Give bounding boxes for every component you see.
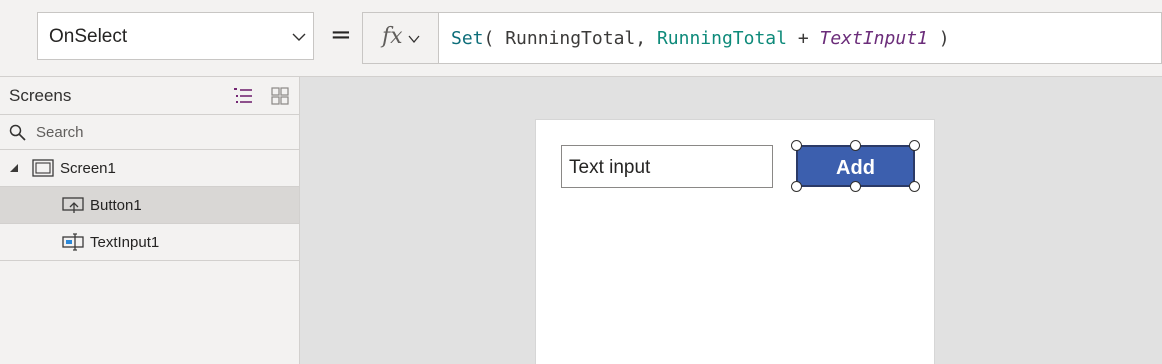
formula-bar: OnSelect = fx Set( RunningTotal, Running… (0, 0, 1162, 77)
formula-control-reference: TextInput1 (819, 28, 928, 49)
formula-function: Set (451, 28, 484, 49)
resize-handle-bottom-left[interactable] (791, 181, 802, 192)
resize-handle-top[interactable] (850, 140, 861, 151)
tree-node-button1[interactable]: Button1 (0, 187, 299, 224)
property-dropdown-value: OnSelect (49, 26, 128, 47)
function-picker-button[interactable]: fx (363, 13, 439, 63)
tree-node-screen1[interactable]: Screen1 (0, 150, 299, 187)
fx-icon: fx (382, 24, 403, 49)
resize-handle-top-right[interactable] (909, 140, 920, 151)
resize-handle-bottom[interactable] (850, 181, 861, 192)
thumbnail-view-icon[interactable] (270, 86, 290, 106)
text-input-control[interactable]: Text input (561, 145, 773, 188)
add-button-label: Add (836, 157, 875, 179)
tree-view-panel: Screens Screen1 (0, 77, 300, 364)
app-screen-preview[interactable]: Text input Add (535, 119, 935, 364)
formula-comma: , (635, 28, 657, 49)
property-dropdown[interactable]: OnSelect (37, 12, 314, 60)
chevron-down-icon (292, 33, 306, 41)
screen-icon (32, 159, 54, 177)
equals-sign: = (330, 20, 352, 50)
formula-close-paren: ) (927, 28, 950, 49)
tree-node-label: Button1 (90, 197, 142, 214)
resize-handle-top-left[interactable] (791, 140, 802, 151)
formula-open-paren: ( (483, 28, 506, 49)
formula-arg-variable: RunningTotal (505, 28, 636, 49)
text-input-control-icon (62, 233, 84, 251)
chevron-down-icon (408, 35, 420, 44)
formula-editor[interactable]: fx Set( RunningTotal, RunningTotal + Tex… (362, 12, 1162, 64)
formula-text[interactable]: Set( RunningTotal, RunningTotal + TextIn… (451, 28, 950, 50)
button-control-icon (62, 197, 84, 213)
design-canvas[interactable]: Text input Add (300, 77, 1162, 364)
panel-title: Screens (9, 86, 72, 105)
collapse-caret-icon[interactable] (8, 162, 20, 174)
search-icon (9, 124, 26, 141)
tree-node-label: TextInput1 (90, 234, 160, 251)
tree-search (0, 114, 299, 150)
tree-view-icon[interactable] (233, 86, 253, 106)
tree-node-textinput1[interactable]: TextInput1 (0, 224, 299, 261)
tree-node-label: Screen1 (60, 160, 116, 177)
tree-view-header: Screens (0, 77, 299, 114)
text-input-value: Text input (569, 157, 651, 178)
formula-plus-operator: + (786, 28, 820, 49)
resize-handle-bottom-right[interactable] (909, 181, 920, 192)
formula-variable-reference: RunningTotal (656, 28, 787, 49)
search-input[interactable] (36, 122, 276, 142)
